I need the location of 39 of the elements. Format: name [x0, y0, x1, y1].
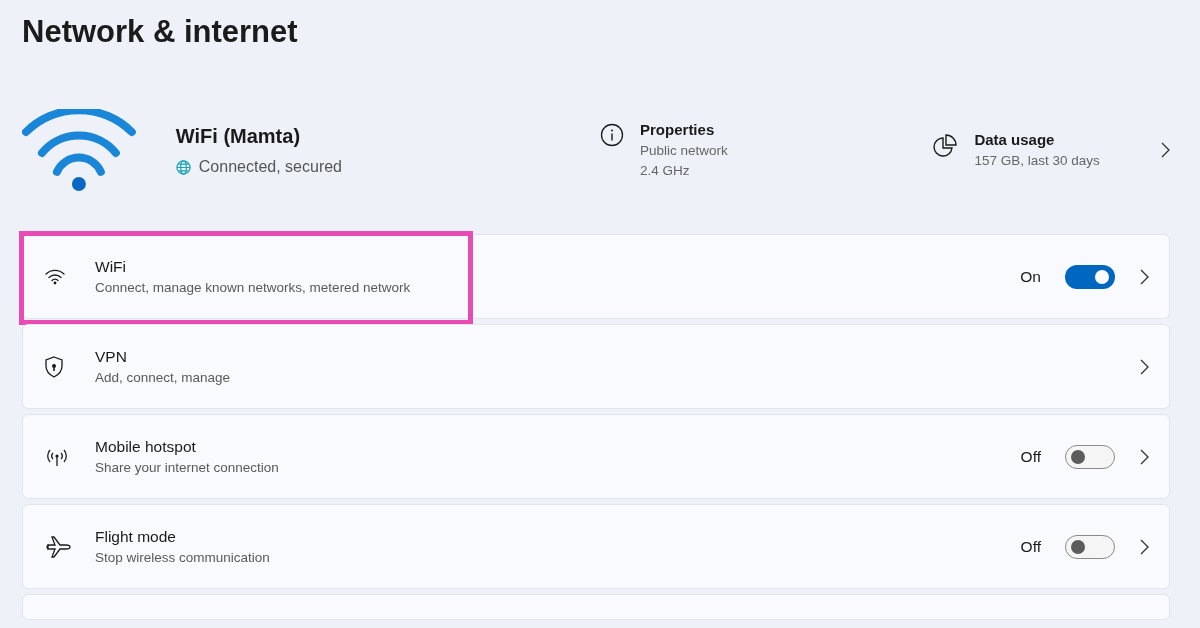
- settings-card[interactable]: VPN Add, connect, manage: [22, 324, 1170, 409]
- toggle-state-label: Off: [1020, 536, 1041, 557]
- info-icon: [600, 122, 625, 147]
- data-usage-title: Data usage: [974, 129, 1056, 150]
- airplane-icon: [45, 534, 71, 559]
- property-value: Public network: [640, 142, 728, 161]
- data-usage-detail: 157 GB, last 30 days: [974, 152, 1100, 171]
- globe-icon: [175, 159, 191, 175]
- setting-title: Mobile hotspot: [95, 436, 197, 457]
- chevron-right-icon: [1139, 268, 1149, 285]
- wifi-icon: [45, 268, 65, 285]
- setting-title: VPN: [95, 346, 128, 367]
- settings-card[interactable]: Mobile hotspot Share your internet connection Off: [22, 414, 1170, 499]
- chevron-right-icon: [1139, 538, 1149, 555]
- toggle-switch[interactable]: [1065, 264, 1115, 289]
- connection-status: Connected, secured: [198, 157, 342, 177]
- data-usage-link[interactable]: Data usage 157 GB, last 30 days: [932, 128, 1152, 172]
- property-value: 2.4 GHz: [640, 162, 691, 181]
- settings-card[interactable]: Flight mode Stop wireless communication Off: [22, 504, 1170, 589]
- setting-description: Share your internet connection: [95, 459, 280, 477]
- chevron-right-icon: [1139, 448, 1149, 465]
- properties-title: Properties: [640, 119, 716, 140]
- wifi-icon: [22, 109, 136, 191]
- setting-title: Flight mode: [95, 526, 177, 547]
- toggle-switch[interactable]: [1065, 534, 1115, 559]
- page-title: Network & internet: [22, 13, 299, 51]
- toggle-switch[interactable]: [1065, 444, 1115, 469]
- shield-icon: [45, 355, 63, 378]
- setting-description: Stop wireless communication: [95, 549, 271, 567]
- setting-description: Add, connect, manage: [95, 369, 232, 387]
- network-name: WiFi (Mamta): [175, 124, 302, 149]
- toggle-state-label: On: [1020, 266, 1041, 287]
- chevron-right-icon: [1160, 142, 1170, 158]
- setting-title: WiFi: [95, 256, 127, 277]
- setting-description: Connect, manage known networks, metered network: [95, 279, 412, 297]
- pie-chart-icon: [932, 132, 959, 159]
- chevron-right-icon: [1139, 358, 1149, 375]
- toggle-state-label: Off: [1020, 446, 1041, 467]
- settings-card[interactable]: WiFi Connect, manage known networks, metered network On: [22, 234, 1170, 319]
